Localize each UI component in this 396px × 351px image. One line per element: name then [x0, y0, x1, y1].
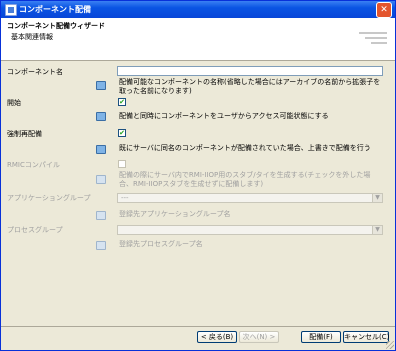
component-name-help: 配備可能なコンポーネントの名称(省略した場合にはアーカイブの名前から拡張子を取っ… — [119, 78, 381, 95]
rmic-compile-checkbox[interactable] — [118, 160, 126, 168]
book-icon — [96, 241, 106, 250]
title-bar[interactable]: コンポーネント配備 ✕ — [1, 1, 395, 18]
force-redeploy-label: 強制再配備 — [7, 130, 42, 138]
resize-grip[interactable] — [386, 341, 394, 349]
wizard-header: コンポーネント配備ウィザード 基本関連情報 — [1, 18, 395, 61]
process-group-help: 登録先プロセスグループ名 — [119, 240, 203, 248]
process-group-select[interactable]: ▼ — [117, 225, 383, 235]
book-icon — [96, 112, 106, 121]
application-group-value: --- — [121, 194, 129, 202]
close-icon: ✕ — [380, 5, 388, 15]
window-title: コンポーネント配備 — [19, 5, 91, 14]
header-decoration — [371, 42, 387, 44]
application-group-help: 登録先アプリケーショングループ名 — [119, 210, 231, 218]
application-group-select[interactable]: --- ▼ — [117, 193, 383, 203]
application-group-label: アプリケーショングループ — [7, 194, 91, 202]
button-separator — [1, 326, 395, 327]
rmic-compile-help-line1: 配備の際にサーバ内でRMI-IIOP用のスタブ/タイを生成する(チェックを外した… — [119, 171, 371, 179]
rmic-compile-help-line2: 合、RMI-IIOPスタブを生成せずに配備します) — [119, 180, 264, 188]
book-icon — [96, 211, 106, 220]
close-button[interactable]: ✕ — [376, 2, 392, 18]
wizard-subtitle: 基本関連情報 — [11, 33, 53, 41]
next-button[interactable]: 次へ(N) > — [239, 331, 279, 343]
force-redeploy-help: 既にサーバに同名のコンポーネントが配備されていた場合、上書きで配備を行う — [119, 144, 371, 152]
window-icon — [5, 4, 17, 16]
back-button[interactable]: < 戻る(B) — [197, 331, 237, 343]
rmic-compile-label: RMICコンパイル — [7, 161, 60, 169]
finish-button[interactable]: 配備(F) — [301, 331, 341, 343]
component-name-input[interactable] — [117, 66, 383, 76]
start-help: 配備と同時にコンポーネントをユーザからアクセス可能状態にする — [119, 112, 329, 120]
process-group-label: プロセスグループ — [7, 226, 63, 234]
header-decoration — [359, 32, 387, 34]
book-icon — [96, 175, 106, 184]
force-redeploy-checkbox[interactable]: ✔ — [118, 129, 126, 137]
chevron-down-icon[interactable]: ▼ — [372, 226, 382, 234]
deploy-dialog: コンポーネント配備 ✕ コンポーネント配備ウィザード 基本関連情報 コンポーネン… — [0, 0, 396, 351]
component-name-label: コンポーネント名 — [7, 68, 63, 76]
cancel-button[interactable]: キャンセル(C) — [343, 331, 389, 343]
book-icon — [96, 81, 106, 90]
book-icon — [96, 145, 106, 154]
start-label: 開始 — [7, 99, 21, 107]
start-checkbox[interactable]: ✔ — [118, 98, 126, 106]
header-decoration — [365, 37, 387, 39]
wizard-title: コンポーネント配備ウィザード — [7, 22, 105, 30]
chevron-down-icon[interactable]: ▼ — [372, 194, 382, 202]
